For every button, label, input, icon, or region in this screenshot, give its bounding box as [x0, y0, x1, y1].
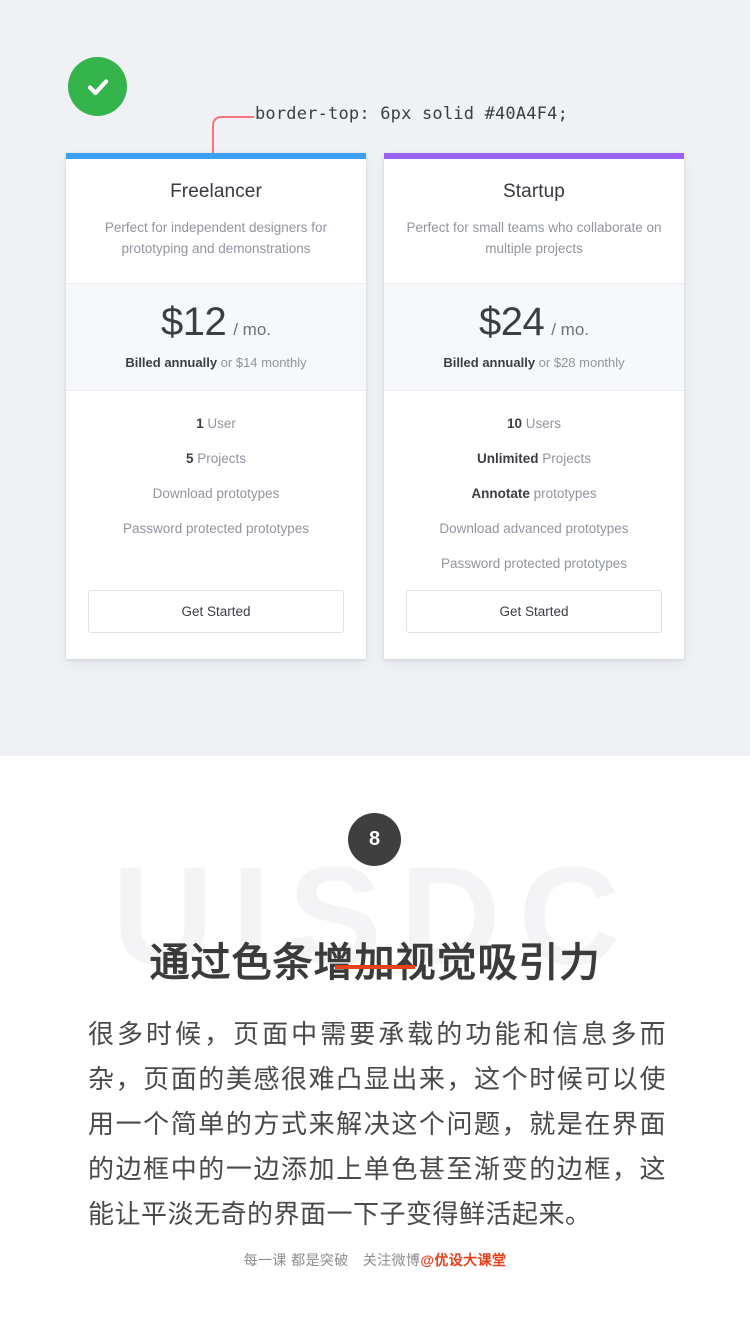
list-item: Password protected prototypes: [398, 555, 670, 573]
price-row: $12 / mo.: [76, 300, 356, 345]
list-item: Download prototypes: [80, 485, 352, 503]
feature-emphasis: Annotate: [471, 486, 530, 501]
page-title: 通过色条增加视觉吸引力: [149, 941, 601, 986]
list-item: 10 Users: [398, 415, 670, 433]
price-period: / mo.: [551, 320, 590, 339]
footer-credit: 每一课 都是突破 关注微博@优设大课堂: [0, 1250, 750, 1270]
feature-text: prototypes: [529, 486, 597, 501]
billing-note-emphasis: Billed annually: [125, 355, 218, 370]
footer-slogan: 每一课 都是突破: [243, 1252, 349, 1268]
card-header: Startup Perfect for small teams who coll…: [384, 159, 684, 284]
pricing-card-startup: Startup Perfect for small teams who coll…: [384, 153, 684, 659]
list-item: Download advanced prototypes: [398, 520, 670, 538]
price-period: / mo.: [233, 320, 272, 339]
price-amount: $24: [478, 300, 545, 344]
pricing-demo-section: border-top: 6px solid #40A4F4; Freelance…: [0, 0, 750, 756]
billing-note-rest: or $14 monthly: [217, 355, 307, 370]
feature-text: Download advanced prototypes: [439, 521, 629, 536]
card-price-block: $12 / mo. Billed annually or $14 monthly: [66, 284, 366, 391]
card-description: Perfect for small teams who collaborate …: [406, 220, 662, 256]
card-cta-wrapper: Get Started: [384, 590, 684, 659]
card-price-block: $24 / mo. Billed annually or $28 monthly: [384, 284, 684, 391]
card-cta-wrapper: Get Started: [66, 590, 366, 659]
feature-emphasis: Unlimited: [476, 451, 539, 466]
feature-emphasis: 1: [196, 416, 204, 431]
billing-note-emphasis: Billed annually: [443, 355, 536, 370]
card-feature-list: 10 Users Unlimited Projects Annotate pro…: [384, 391, 684, 590]
card-feature-list: 1 User 5 Projects Download prototypes Pa…: [66, 391, 366, 590]
feature-emphasis: 10: [506, 416, 522, 431]
feature-text: Projects: [193, 451, 247, 466]
price-amount: $12: [160, 300, 227, 344]
list-item: 1 User: [80, 415, 352, 433]
billing-note: Billed annually or $14 monthly: [76, 355, 356, 370]
feature-text: Download prototypes: [152, 486, 280, 501]
footer-follow-label: 关注微博: [362, 1252, 421, 1268]
card-title: Startup: [503, 181, 565, 202]
card-header: Freelancer Perfect for independent desig…: [66, 159, 366, 284]
card-description: Perfect for independent designers for pr…: [104, 220, 328, 256]
list-item: Password protected prototypes: [80, 520, 352, 538]
billing-note-rest: or $28 monthly: [535, 355, 625, 370]
list-item: Unlimited Projects: [398, 450, 670, 468]
pricing-card-list: Freelancer Perfect for independent desig…: [66, 153, 684, 659]
feature-text: User: [203, 416, 236, 431]
feature-text: Projects: [538, 451, 592, 466]
check-circle-icon: [68, 57, 127, 116]
price-row: $24 / mo.: [394, 300, 674, 345]
pricing-card-freelancer: Freelancer Perfect for independent desig…: [66, 153, 366, 659]
footer-weibo-handle[interactable]: @优设大课堂: [420, 1252, 506, 1268]
callout-code-label: border-top: 6px solid #40A4F4;: [255, 104, 569, 124]
title-underline-rule: [335, 965, 415, 969]
article-body-text: 很多时候，页面中需要承载的功能和信息多而杂，页面的美感很难凸显出来，这个时候可以…: [88, 1019, 666, 1229]
feature-text: Password protected prototypes: [440, 556, 628, 571]
get-started-button[interactable]: Get Started: [406, 590, 662, 633]
list-item: Annotate prototypes: [398, 485, 670, 503]
article-section: 8 UISDC 通过色条增加视觉吸引力 很多时候，页面中需要承载的功能和信息多而…: [0, 756, 750, 1334]
card-title: Freelancer: [170, 181, 262, 202]
feature-text: Users: [522, 416, 562, 431]
get-started-button[interactable]: Get Started: [88, 590, 344, 633]
feature-text: Password protected prototypes: [122, 521, 310, 536]
list-item: 5 Projects: [80, 450, 352, 468]
billing-note: Billed annually or $28 monthly: [394, 355, 674, 370]
